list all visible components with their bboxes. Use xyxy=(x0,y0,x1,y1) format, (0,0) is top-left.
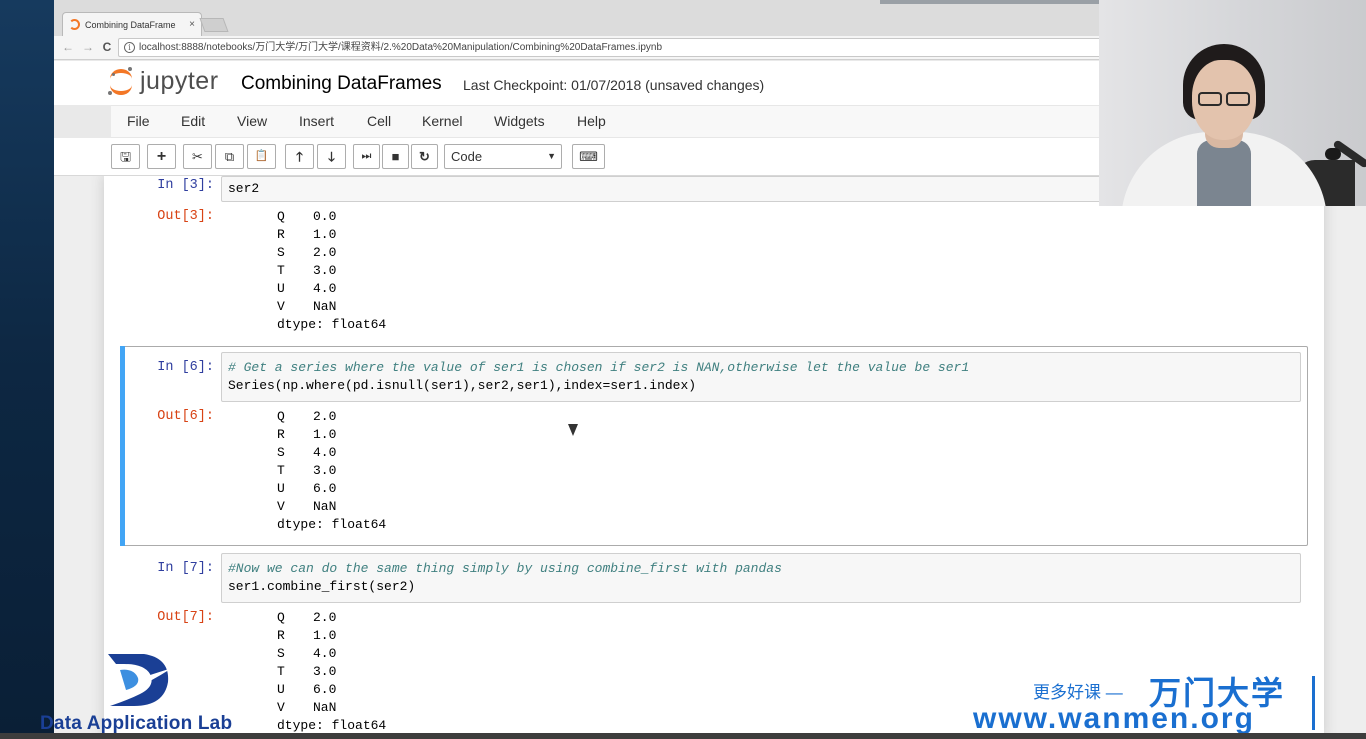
output-row: U 6.0 xyxy=(277,481,337,496)
output-row: S 4.0 xyxy=(277,646,337,661)
output-row: R 1.0 xyxy=(277,227,337,242)
site-info-icon[interactable]: i xyxy=(124,42,135,53)
paste-button[interactable]: 📋 xyxy=(247,144,276,169)
move-down-button[interactable]: 🡓 xyxy=(317,144,346,169)
output-row: Q 2.0 xyxy=(277,409,337,424)
restart-button[interactable]: ↻ xyxy=(411,144,438,169)
menu-widgets[interactable]: Widgets xyxy=(494,113,545,129)
glasses-icon xyxy=(1198,92,1252,108)
interrupt-button[interactable]: ■ xyxy=(382,144,409,169)
output-row: V NaN xyxy=(277,700,337,715)
wanmen-url-watermark: www.wanmen.org xyxy=(973,702,1255,735)
jupyter-favicon-icon xyxy=(69,19,80,30)
notebook-title[interactable]: Combining DataFrames xyxy=(241,73,442,95)
keyboard-icon: ⌨ xyxy=(579,149,598,164)
output-row: T 3.0 xyxy=(277,463,337,478)
notebook-container: In [3]: ser2 Out[3]: Q 0.0 R 1.0 S 2.0 T 3.0… xyxy=(104,176,1324,739)
menu-kernel[interactable]: Kernel xyxy=(422,113,462,129)
output-row: R 1.0 xyxy=(277,628,337,643)
code-line: Series(np.where(pd.isnull(ser1),ser2,ser… xyxy=(228,378,697,393)
insert-cell-button[interactable]: + xyxy=(147,144,176,169)
tab-title: Combining DataFrame xyxy=(85,19,176,30)
bottom-strip xyxy=(0,733,1366,739)
reload-icon[interactable]: C xyxy=(99,39,115,55)
output-row: V NaN xyxy=(277,299,337,314)
jupyter-logo-icon[interactable] xyxy=(108,67,136,97)
output-row: Q 0.0 xyxy=(277,209,337,224)
slogan-watermark: 更多好课 — xyxy=(1033,683,1123,702)
run-button[interactable]: ⏭ xyxy=(353,144,380,169)
mouse-cursor-icon xyxy=(568,424,578,436)
output-row: V NaN xyxy=(277,499,337,514)
url-text: localhost:8888/notebooks/万门大学/万门大学/课程资料/… xyxy=(139,42,663,53)
code-comment: #Now we can do the same thing simply by … xyxy=(228,561,782,576)
add-cell-icon: + xyxy=(156,148,167,165)
back-icon[interactable]: ← xyxy=(60,39,76,55)
cut-icon: ✂ xyxy=(192,149,203,164)
output-row: T 3.0 xyxy=(277,664,337,679)
cell-type-value: Code xyxy=(451,149,483,164)
dtype-line: dtype: float64 xyxy=(277,317,387,332)
output-row: S 4.0 xyxy=(277,445,337,460)
webcam-overlay xyxy=(1099,0,1366,206)
output-row: T 3.0 xyxy=(277,263,337,278)
paste-icon: 📋 xyxy=(254,150,269,162)
forward-icon[interactable]: → xyxy=(80,39,96,55)
input-prompt: In [6]: xyxy=(157,360,214,375)
notebook-area[interactable]: In [3]: ser2 Out[3]: Q 0.0 R 1.0 S 2.0 T 3.0… xyxy=(54,176,1366,739)
jupyter-wordmark[interactable]: jupyter xyxy=(140,67,219,96)
move-up-icon: 🡑 xyxy=(296,149,303,164)
input-prompt: In [3]: xyxy=(157,178,214,193)
dtype-line: dtype: float64 xyxy=(277,517,387,532)
code-input[interactable]: #Now we can do the same thing simply by … xyxy=(221,553,1301,603)
chevron-down-icon: ▼ xyxy=(547,151,556,161)
output-prompt: Out[7]: xyxy=(157,610,214,625)
copy-icon: ⧉ xyxy=(224,149,235,164)
code-input[interactable]: # Get a series where the value of ser1 i… xyxy=(221,352,1301,402)
output-prompt: Out[3]: xyxy=(157,209,214,224)
save-icon: 🖫 xyxy=(119,149,132,164)
code-comment: # Get a series where the value of ser1 i… xyxy=(228,360,970,375)
save-button[interactable]: 🖫 xyxy=(111,144,140,169)
move-up-button[interactable]: 🡑 xyxy=(285,144,314,169)
presenter-tshirt xyxy=(1197,140,1251,206)
menu-edit[interactable]: Edit xyxy=(181,113,205,129)
menu-cell[interactable]: Cell xyxy=(367,113,391,129)
output-row: Q 2.0 xyxy=(277,610,337,625)
menu-file[interactable]: File xyxy=(127,113,150,129)
tab-close-icon[interactable]: × xyxy=(189,19,195,30)
output-row: R 1.0 xyxy=(277,427,337,442)
new-tab-button[interactable] xyxy=(199,18,229,32)
restart-icon: ↻ xyxy=(419,149,430,164)
cut-button[interactable]: ✂ xyxy=(183,144,212,169)
selected-cell-indicator xyxy=(120,346,125,546)
menu-insert[interactable]: Insert xyxy=(299,113,334,129)
watermark-divider xyxy=(1312,676,1315,730)
code-line: ser1.combine_first(ser2) xyxy=(228,579,416,594)
data-application-lab-watermark: Data Application Lab xyxy=(40,713,233,734)
data-application-lab-logo-icon xyxy=(106,654,172,706)
microphone-icon xyxy=(1325,148,1341,160)
menu-view[interactable]: View xyxy=(237,113,267,129)
command-palette-button[interactable]: ⌨ xyxy=(572,144,605,169)
desktop-background xyxy=(0,0,54,739)
output-prompt: Out[6]: xyxy=(157,409,214,424)
move-down-icon: 🡓 xyxy=(328,149,335,164)
checkpoint-status: Last Checkpoint: 01/07/2018 (unsaved cha… xyxy=(463,77,765,93)
output-row: U 6.0 xyxy=(277,682,337,697)
output-row: S 2.0 xyxy=(277,245,337,260)
browser-tab[interactable]: Combining DataFrame × xyxy=(62,12,202,36)
run-icon: ⏭ xyxy=(361,150,372,162)
stop-icon: ■ xyxy=(391,149,400,164)
input-prompt: In [7]: xyxy=(157,561,214,576)
copy-button[interactable]: ⧉ xyxy=(215,144,244,169)
cell-type-select[interactable]: Code ▼ xyxy=(444,144,562,169)
menu-help[interactable]: Help xyxy=(577,113,606,129)
output-row: U 4.0 xyxy=(277,281,337,296)
